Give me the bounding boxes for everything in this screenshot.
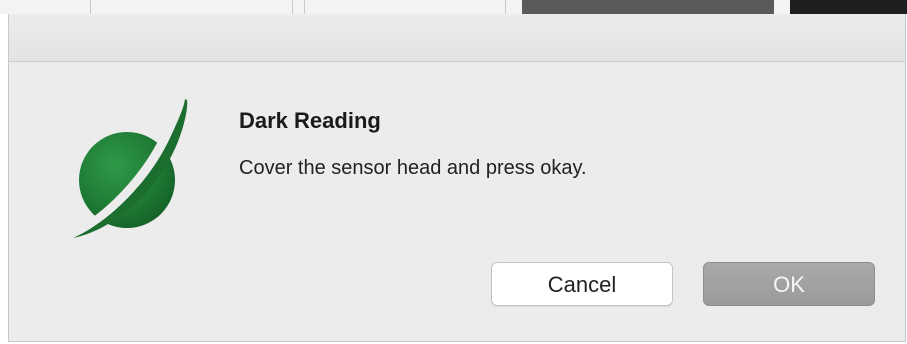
background-divider [505, 0, 506, 14]
background-divider [90, 0, 91, 14]
alert-dialog: Dark Reading Cover the sensor head and p… [8, 14, 906, 342]
dialog-message: Cover the sensor head and press okay. [239, 157, 587, 179]
dialog-title: Dark Reading [239, 108, 381, 133]
background-divider [292, 0, 293, 14]
background-divider [304, 0, 305, 14]
ok-button[interactable]: OK [703, 262, 875, 306]
planet-ring-logo-icon [68, 94, 192, 243]
background-panel [790, 0, 907, 14]
background-panel [522, 0, 774, 14]
background-app-strip [0, 0, 907, 14]
screen: Dark Reading Cover the sensor head and p… [0, 0, 907, 344]
cancel-button[interactable]: Cancel [491, 262, 673, 306]
dialog-titlebar[interactable] [9, 14, 905, 62]
